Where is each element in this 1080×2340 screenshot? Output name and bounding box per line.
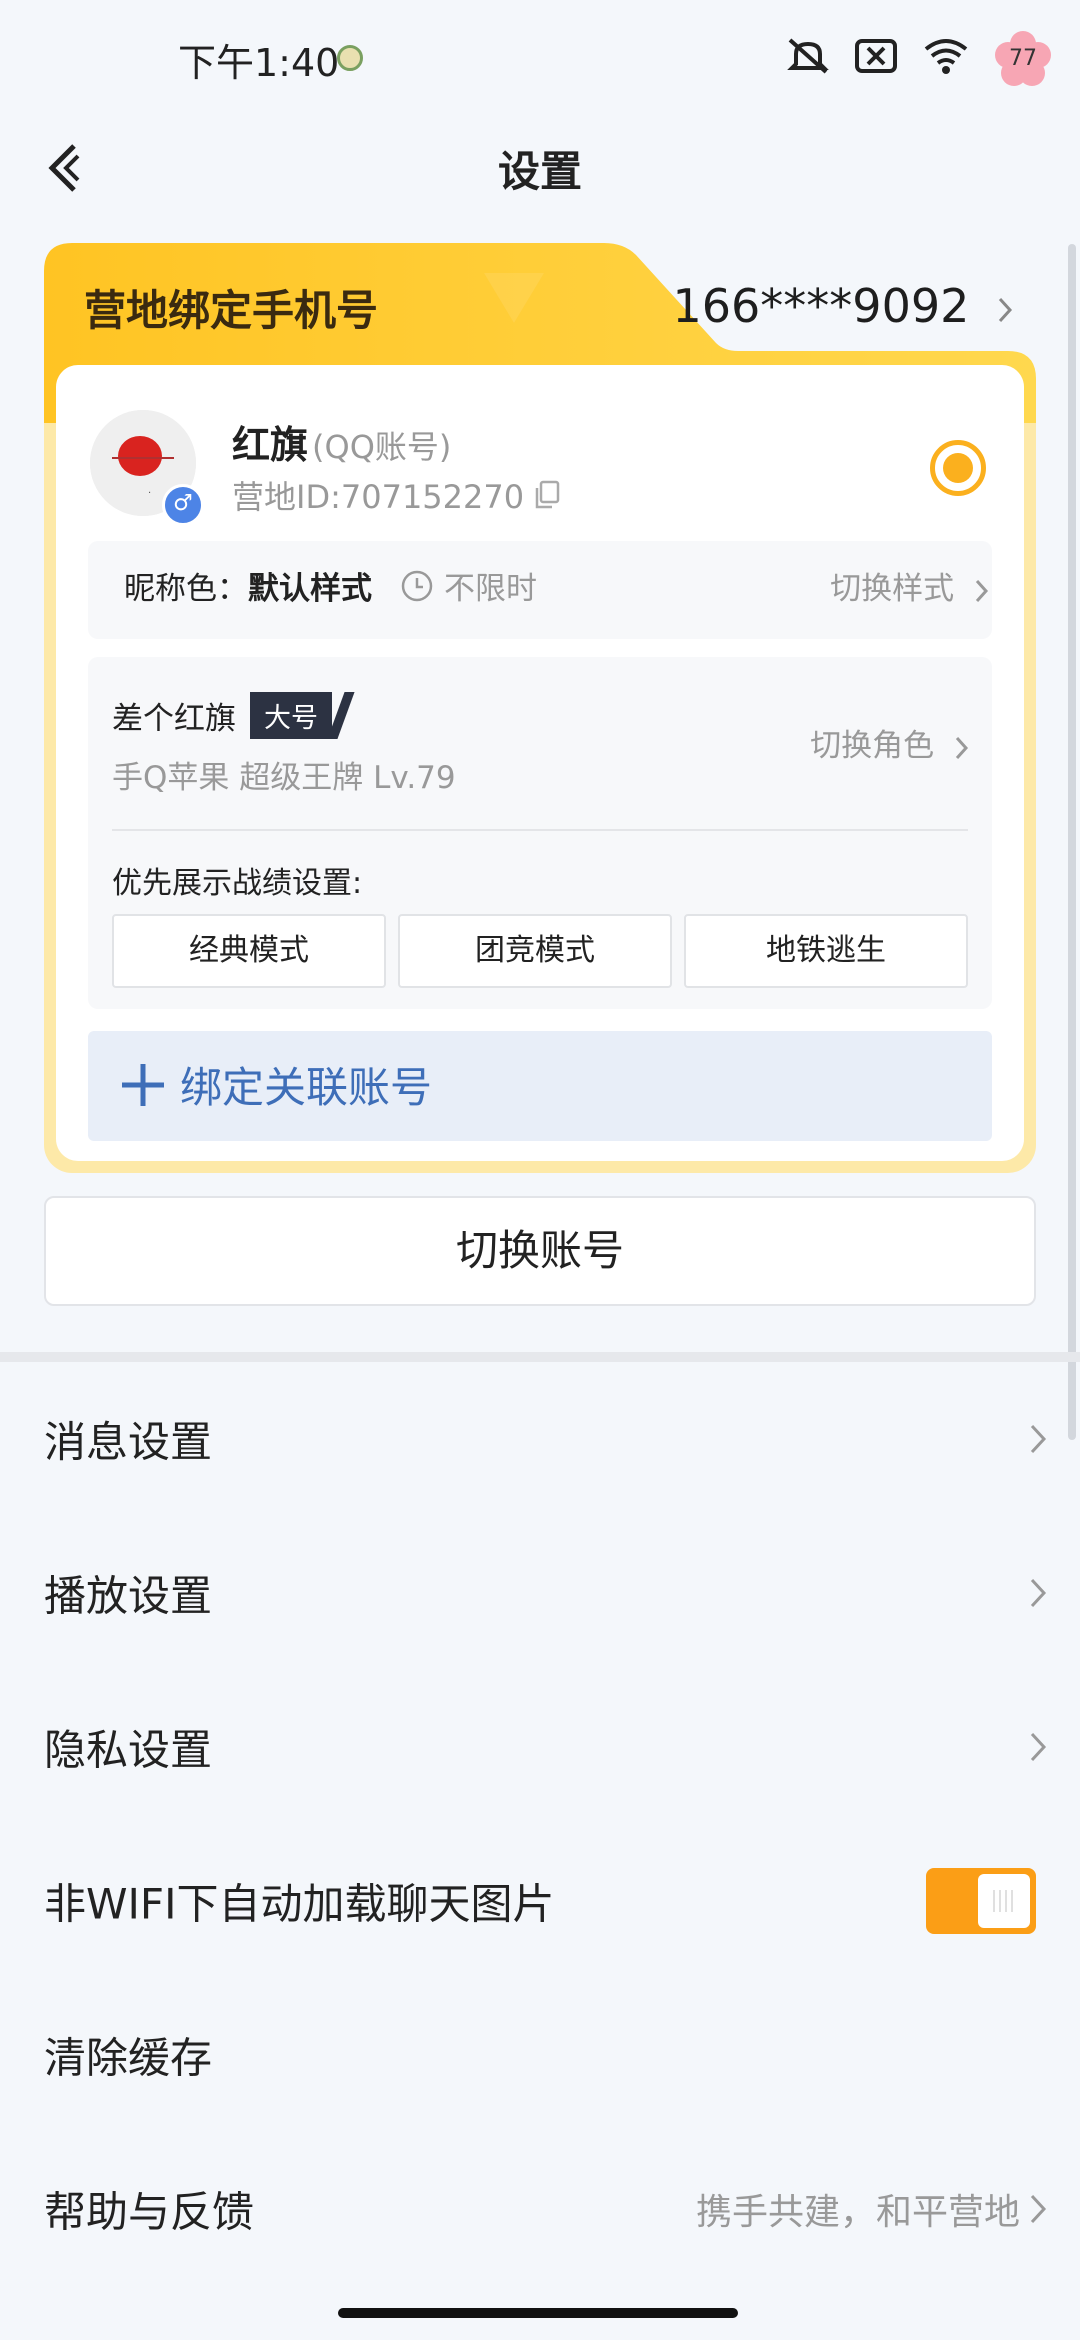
switch-account-button[interactable]: 切换账号	[44, 1196, 1036, 1306]
app-notification-icon	[337, 45, 363, 71]
bound-phone[interactable]: 166****9092	[673, 279, 1015, 333]
battery-level: 77	[1009, 46, 1037, 71]
nickname-time: 不限时	[400, 563, 537, 608]
switch-role-button[interactable]: 切换角色	[810, 720, 970, 765]
svg-text:·: ·	[148, 488, 151, 499]
nickname-color-label: 昵称色：默认样式	[124, 571, 372, 607]
page-title: 设置	[497, 147, 582, 196]
setting-playback[interactable]: 播放设置	[0, 1518, 1080, 1668]
account-type: (QQ账号)	[312, 428, 452, 466]
plus-icon	[122, 1063, 164, 1106]
nickname-color-value: 默认样式	[248, 571, 372, 607]
main-account-badge: 大号	[250, 692, 332, 739]
section-divider	[0, 1352, 1080, 1362]
priority-label: 优先展示战绩设置:	[112, 866, 363, 901]
wifi-icon	[924, 39, 968, 74]
toggle-knob	[978, 1874, 1030, 1928]
setting-clear-cache[interactable]: 清除缓存	[0, 1980, 1080, 2130]
user-name: 红旗 (QQ账号)	[232, 423, 452, 467]
help-feedback-subtitle: 携手共建，和平营地	[695, 2192, 1020, 2233]
phone-label: 营地绑定手机号	[84, 286, 379, 335]
mode-team-button[interactable]: 团竞模式	[398, 914, 672, 988]
battery-icon: 77	[994, 30, 1052, 88]
divider	[112, 829, 968, 831]
chevron-right-icon	[975, 579, 989, 602]
setting-privacy[interactable]: 隐私设置	[0, 1672, 1080, 1822]
setting-message[interactable]: 消息设置	[0, 1364, 1080, 1514]
scrollbar[interactable]	[1068, 244, 1076, 1440]
chevron-right-icon	[1030, 1578, 1047, 1608]
mute-icon	[787, 38, 829, 74]
role-info: 手Q苹果 超级王牌 Lv.79	[112, 760, 456, 796]
status-icons	[786, 36, 970, 76]
chevron-right-icon	[955, 736, 969, 759]
account-selected-radio[interactable]	[930, 440, 986, 496]
role-name: 差个红旗 大号	[112, 692, 332, 739]
bind-account-label: 绑定关联账号	[120, 1054, 432, 1115]
chevron-right-icon	[1030, 1732, 1047, 1762]
home-indicator[interactable]	[338, 2308, 738, 2318]
data-off-icon	[855, 39, 897, 73]
switch-style-button[interactable]: 切换样式	[830, 563, 990, 608]
mode-metro-button[interactable]: 地铁逃生	[684, 914, 968, 988]
status-time: 下午1:40	[178, 41, 340, 85]
copy-icon[interactable]	[534, 480, 560, 510]
mode-classic-button[interactable]: 经典模式	[112, 914, 386, 988]
chevron-right-icon	[998, 297, 1013, 322]
setting-auto-load-images: 非WIFI下自动加载聊天图片	[44, 1879, 555, 1929]
clock-icon	[401, 570, 433, 601]
chevron-right-icon	[1030, 1424, 1047, 1454]
setting-help-feedback[interactable]: 帮助与反馈 携手共建，和平营地	[0, 2134, 1080, 2284]
chevron-right-icon	[1030, 2194, 1047, 2224]
gender-male-icon: ♂	[162, 484, 204, 526]
camp-id: 营地ID:707152270	[232, 472, 560, 518]
